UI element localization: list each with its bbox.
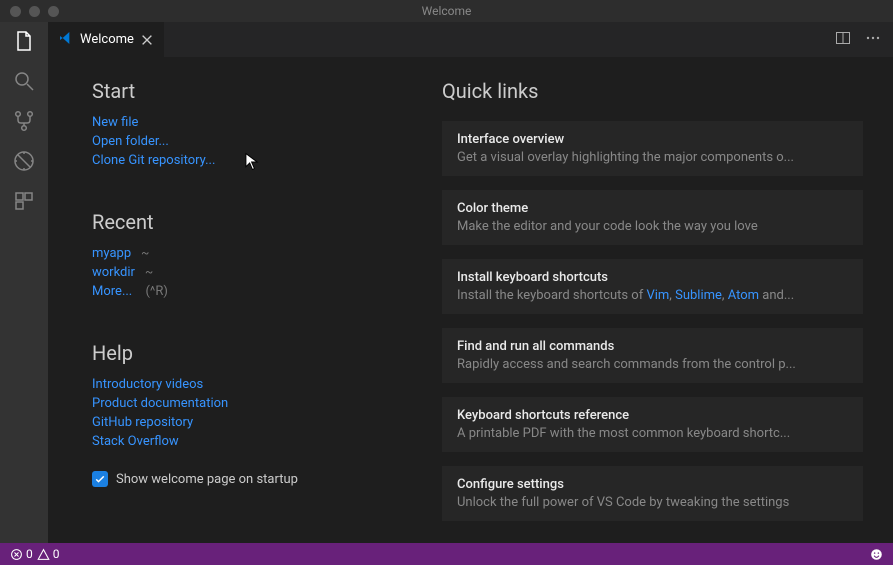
start-section: Start New file Open folder... Clone Git …: [92, 79, 442, 170]
card-desc: Unlock the full power of VS Code by twea…: [457, 495, 848, 510]
tab-label: Welcome: [80, 32, 134, 47]
status-bar: 0 0: [0, 543, 893, 565]
quicklinks-heading: Quick links: [442, 79, 863, 103]
status-errors-count: 0: [26, 547, 33, 561]
card-desc: Install the keyboard shortcuts of Vim, S…: [457, 288, 848, 303]
clone-git-link[interactable]: Clone Git repository...: [92, 151, 442, 170]
explorer-icon[interactable]: [11, 28, 37, 54]
recent-more-link[interactable]: More...: [92, 284, 132, 299]
extensions-icon[interactable]: [11, 188, 37, 214]
card-title: Find and run all commands: [457, 339, 848, 354]
card-title: Keyboard shortcuts reference: [457, 408, 848, 423]
card-desc: Rapidly access and search commands from …: [457, 357, 848, 372]
help-section: Help Introductory videos Product documen…: [92, 341, 442, 451]
keymap-atom-link[interactable]: Atom: [728, 288, 759, 303]
keymap-sublime-link[interactable]: Sublime: [675, 288, 722, 303]
card-interface-overview[interactable]: Interface overview Get a visual overlay …: [442, 121, 863, 176]
debug-icon[interactable]: [11, 148, 37, 174]
recent-section: Recent myapp ~ workdir ~ More... (^R): [92, 210, 442, 301]
search-icon[interactable]: [11, 68, 37, 94]
recent-item: workdir ~: [92, 263, 442, 282]
card-title: Install keyboard shortcuts: [457, 270, 848, 285]
help-videos-link[interactable]: Introductory videos: [92, 375, 442, 394]
recent-item: myapp ~: [92, 244, 442, 263]
editor-area: Welcome Start New file: [48, 22, 893, 543]
card-find-commands[interactable]: Find and run all commands Rapidly access…: [442, 328, 863, 383]
recent-item-name[interactable]: myapp: [92, 244, 131, 263]
startup-checkbox[interactable]: [92, 471, 108, 487]
recent-more-shortcut: (^R): [145, 284, 167, 299]
card-desc: A printable PDF with the most common key…: [457, 426, 848, 441]
titlebar: Welcome: [0, 0, 893, 22]
close-icon[interactable]: [140, 33, 154, 47]
help-heading: Help: [92, 341, 442, 365]
window-title: Welcome: [0, 4, 893, 18]
recent-item-path: ~: [145, 263, 153, 282]
card-title: Configure settings: [457, 477, 848, 492]
new-file-link[interactable]: New file: [92, 113, 442, 132]
card-desc: Make the editor and your code look the w…: [457, 219, 848, 234]
start-heading: Start: [92, 79, 442, 103]
status-feedback[interactable]: [870, 548, 883, 561]
more-actions-icon[interactable]: [865, 30, 881, 50]
recent-heading: Recent: [92, 210, 442, 234]
help-github-link[interactable]: GitHub repository: [92, 413, 442, 432]
recent-item-path: ~: [141, 244, 149, 263]
git-icon[interactable]: [11, 108, 37, 134]
tab-welcome[interactable]: Welcome: [48, 22, 164, 57]
vscode-icon: [58, 30, 74, 50]
keymap-vim-link[interactable]: Vim: [646, 288, 669, 303]
card-configure-settings[interactable]: Configure settings Unlock the full power…: [442, 466, 863, 521]
startup-checkbox-label: Show welcome page on startup: [116, 472, 298, 487]
status-errors[interactable]: 0: [10, 547, 33, 561]
card-color-theme[interactable]: Color theme Make the editor and your cod…: [442, 190, 863, 245]
open-folder-link[interactable]: Open folder...: [92, 132, 442, 151]
editor-tabs: Welcome: [48, 22, 893, 57]
recent-item-name[interactable]: workdir: [92, 263, 135, 282]
status-warnings[interactable]: 0: [37, 547, 60, 561]
card-title: Interface overview: [457, 132, 848, 147]
help-stackoverflow-link[interactable]: Stack Overflow: [92, 432, 442, 451]
status-warnings-count: 0: [53, 547, 60, 561]
split-editor-icon[interactable]: [835, 30, 851, 50]
welcome-page: Start New file Open folder... Clone Git …: [48, 57, 893, 543]
card-desc: Get a visual overlay highlighting the ma…: [457, 150, 848, 165]
card-install-keymaps[interactable]: Install keyboard shortcuts Install the k…: [442, 259, 863, 314]
activity-bar: [0, 22, 48, 543]
startup-checkbox-row: Show welcome page on startup: [92, 471, 442, 487]
card-shortcuts-ref[interactable]: Keyboard shortcuts reference A printable…: [442, 397, 863, 452]
help-docs-link[interactable]: Product documentation: [92, 394, 442, 413]
card-title: Color theme: [457, 201, 848, 216]
